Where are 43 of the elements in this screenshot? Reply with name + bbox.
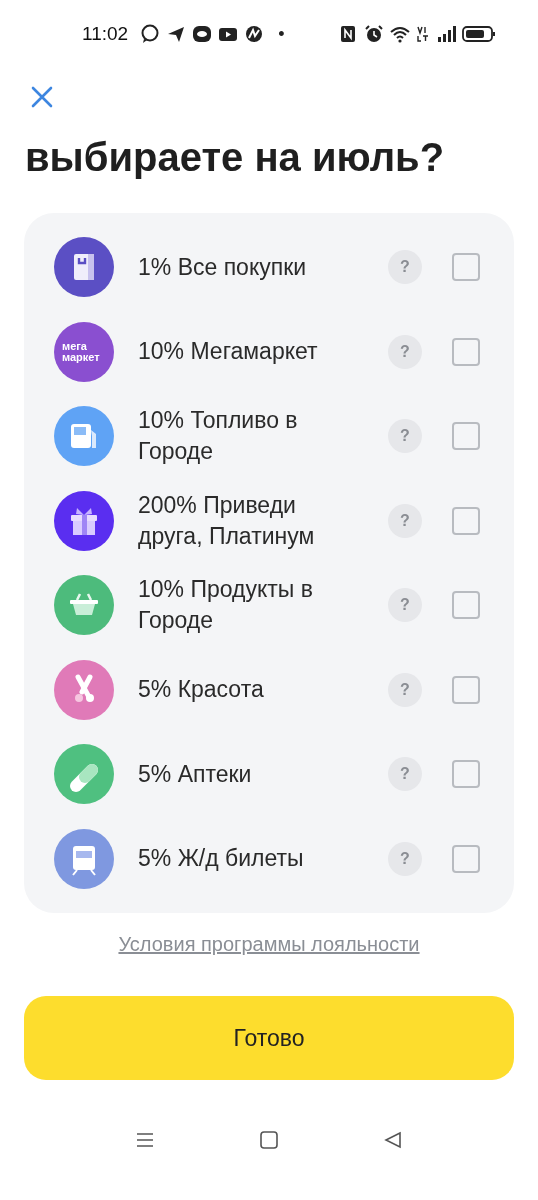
app-icon	[244, 24, 265, 44]
checkbox[interactable]	[452, 844, 480, 873]
option-label: 200% Приведи друга, Платинум	[138, 490, 316, 551]
done-button[interactable]: Готово	[24, 996, 514, 1080]
volte-icon	[416, 24, 430, 44]
signal-icon	[436, 24, 456, 44]
paper-plane-icon	[166, 24, 187, 44]
help-button[interactable]: ?	[388, 334, 422, 369]
help-button[interactable]: ?	[388, 419, 422, 454]
status-time: 11:02	[82, 23, 129, 45]
checkbox[interactable]	[452, 506, 480, 535]
option-label: 5% Аптеки	[138, 759, 253, 789]
logo-text: мега маркет	[62, 341, 101, 363]
page-title: выбираете на июль?	[25, 135, 446, 179]
help-button[interactable]: ?	[388, 503, 422, 538]
notification-dot: •	[278, 23, 285, 45]
option-label: 1% Все покупки	[138, 252, 308, 282]
option-label: 10% Мегамаркет	[138, 337, 319, 367]
chat-bubble-icon	[140, 24, 161, 44]
checkbox[interactable]	[452, 337, 480, 366]
home-icon[interactable]	[259, 1130, 279, 1150]
help-button[interactable]: ?	[388, 841, 422, 876]
checkbox[interactable]	[452, 675, 480, 704]
option-label: 10% Топливо в Городе	[138, 406, 299, 467]
nfc-icon	[338, 24, 358, 44]
help-button[interactable]: ?	[388, 672, 422, 707]
checkbox[interactable]	[452, 591, 480, 620]
battery-icon	[462, 24, 496, 44]
option-label: 5% Красота	[138, 675, 265, 705]
checkbox[interactable]	[452, 760, 480, 789]
option-label: 5% Ж/д билеты	[138, 844, 305, 874]
alarm-icon	[364, 24, 384, 44]
option-label: 10% Продукты в Городе	[138, 575, 314, 636]
terms-link[interactable]: Условия программы лояльности	[118, 933, 420, 956]
ring-icon	[192, 24, 213, 44]
help-button[interactable]: ?	[388, 250, 422, 285]
help-button[interactable]: ?	[388, 757, 422, 792]
checkbox[interactable]	[452, 422, 480, 451]
back-icon[interactable]	[383, 1130, 403, 1150]
wifi-icon	[390, 24, 410, 44]
menu-icon[interactable]	[135, 1130, 155, 1150]
checkbox[interactable]	[452, 253, 480, 282]
help-button[interactable]: ?	[388, 588, 422, 623]
